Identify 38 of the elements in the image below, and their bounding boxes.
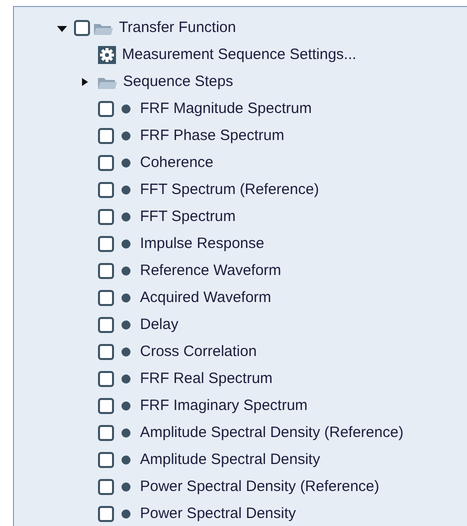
item-label[interactable]: Reference Waveform bbox=[140, 263, 282, 278]
item-label[interactable]: FRF Real Spectrum bbox=[140, 371, 273, 386]
checkbox[interactable] bbox=[98, 370, 114, 386]
item-label[interactable]: FFT Spectrum bbox=[140, 209, 236, 224]
checkbox[interactable] bbox=[98, 478, 114, 494]
item-label[interactable]: FRF Imaginary Spectrum bbox=[140, 398, 308, 413]
item-label[interactable]: Cross Correlation bbox=[140, 344, 257, 359]
checkbox[interactable] bbox=[98, 262, 114, 278]
item-label[interactable]: Coherence bbox=[140, 155, 214, 170]
checkbox[interactable] bbox=[98, 128, 114, 144]
checkbox[interactable] bbox=[98, 506, 114, 522]
item-label[interactable]: Impulse Response bbox=[140, 236, 264, 251]
checkbox[interactable] bbox=[98, 154, 114, 170]
item-label[interactable]: Acquired Waveform bbox=[140, 290, 272, 305]
item-label[interactable]: Transfer Function bbox=[119, 20, 236, 35]
checkbox[interactable] bbox=[98, 100, 114, 116]
item-label[interactable]: Amplitude Spectral Density (Reference) bbox=[140, 425, 404, 440]
checkbox[interactable] bbox=[98, 398, 114, 414]
item-label[interactable]: Power Spectral Density (Reference) bbox=[140, 479, 380, 494]
item-label[interactable]: Amplitude Spectral Density bbox=[140, 452, 320, 467]
item-label[interactable]: Delay bbox=[140, 317, 178, 332]
item-label[interactable]: FRF Phase Spectrum bbox=[140, 128, 284, 143]
checkbox[interactable] bbox=[98, 344, 114, 360]
checkbox[interactable] bbox=[98, 316, 114, 332]
checkbox[interactable] bbox=[98, 424, 114, 440]
checkbox[interactable] bbox=[74, 20, 90, 36]
item-label[interactable]: FFT Spectrum (Reference) bbox=[140, 182, 319, 197]
item-label[interactable]: Measurement Sequence Settings... bbox=[122, 47, 356, 62]
expand-arrow-icon[interactable] bbox=[80, 76, 90, 86]
checkbox[interactable] bbox=[98, 452, 114, 468]
item-label[interactable]: Power Spectral Density bbox=[140, 506, 296, 521]
checkbox[interactable] bbox=[98, 290, 114, 306]
checkbox[interactable] bbox=[98, 208, 114, 224]
checkbox[interactable] bbox=[98, 182, 114, 198]
checkbox[interactable] bbox=[98, 236, 114, 252]
settings-icon bbox=[98, 46, 116, 64]
item-label[interactable]: Sequence Steps bbox=[123, 74, 234, 89]
item-label[interactable]: FRF Magnitude Spectrum bbox=[140, 101, 312, 116]
